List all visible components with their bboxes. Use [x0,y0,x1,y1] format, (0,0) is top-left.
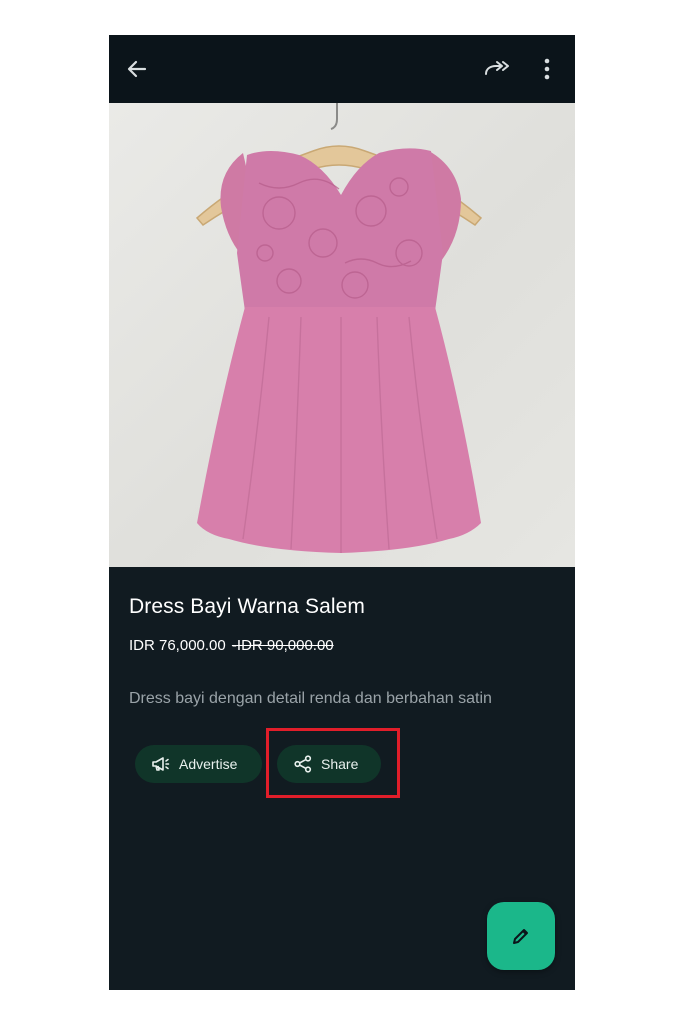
forward-button[interactable] [477,51,517,87]
product-title: Dress Bayi Warna Salem [129,595,365,618]
back-button[interactable] [119,51,155,87]
highlight-box [266,728,400,798]
product-image[interactable] [109,103,575,567]
product-detail-screen: Dress Bayi Warna Salem IDR 76,000.00 -ID… [109,35,575,990]
advertise-button[interactable]: Advertise [135,745,262,783]
edit-fab[interactable] [487,902,555,970]
forward-icon [485,61,509,75]
sale-price: IDR 76,000.00 [129,637,226,654]
more-vertical-icon [544,58,550,80]
megaphone-icon [152,757,170,771]
dress-photo [195,103,483,553]
top-app-bar [109,35,575,103]
product-description: Dress bayi dengan detail renda dan berba… [129,690,492,707]
advertise-label: Advertise [179,756,238,772]
arrow-left-icon [127,60,147,78]
more-options-button[interactable] [534,51,560,87]
price-row: IDR 76,000.00 -IDR 90,000.00 [129,637,334,654]
original-price: -IDR 90,000.00 [231,637,334,654]
pencil-icon [513,929,528,944]
